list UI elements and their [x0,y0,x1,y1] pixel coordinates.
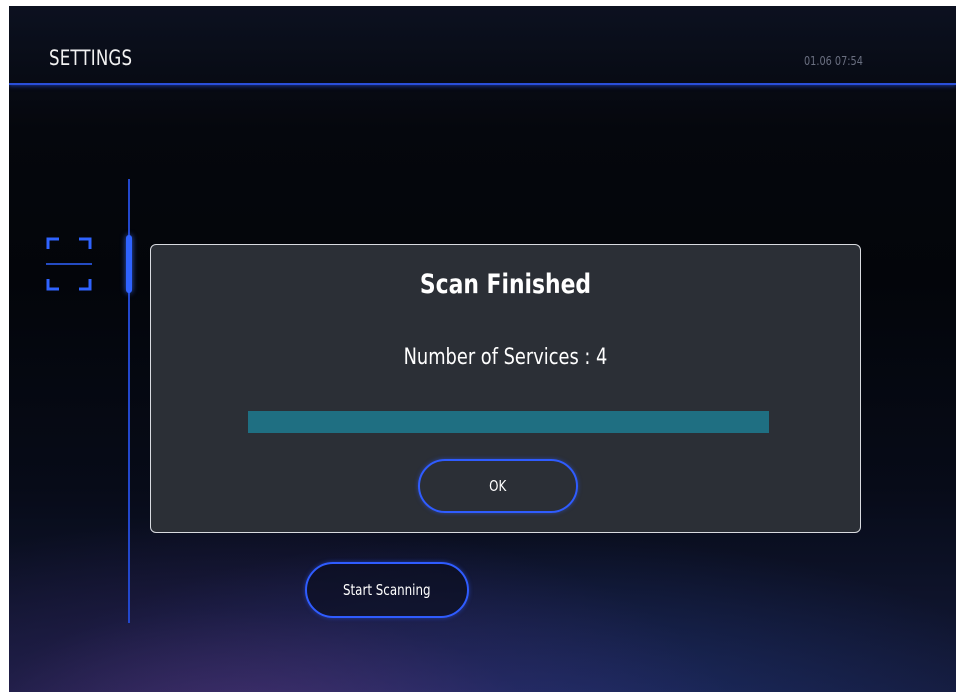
page-title: SETTINGS [49,46,133,70]
scan-progress-bar [248,411,769,433]
clock-display: 01.06 07:54 [804,54,863,68]
ok-button[interactable]: OK [418,459,578,513]
services-count-message: Number of Services : 4 [403,345,608,370]
scan-finished-dialog: Scan Finished Number of Services : 4 OK [150,244,861,533]
settings-screen: SETTINGS 01.06 07:54 Scan Finished Numbe… [9,6,956,692]
header-bar: SETTINGS 01.06 07:54 [9,6,956,85]
scan-frame-icon[interactable] [46,235,92,293]
start-scanning-button[interactable]: Start Scanning [305,562,469,618]
dialog-title: Scan Finished [419,269,592,300]
scan-progress-fill [248,411,769,433]
start-scanning-label: Start Scanning [343,581,431,599]
ok-button-label: OK [489,477,507,495]
sidebar-focus-indicator [126,235,132,293]
